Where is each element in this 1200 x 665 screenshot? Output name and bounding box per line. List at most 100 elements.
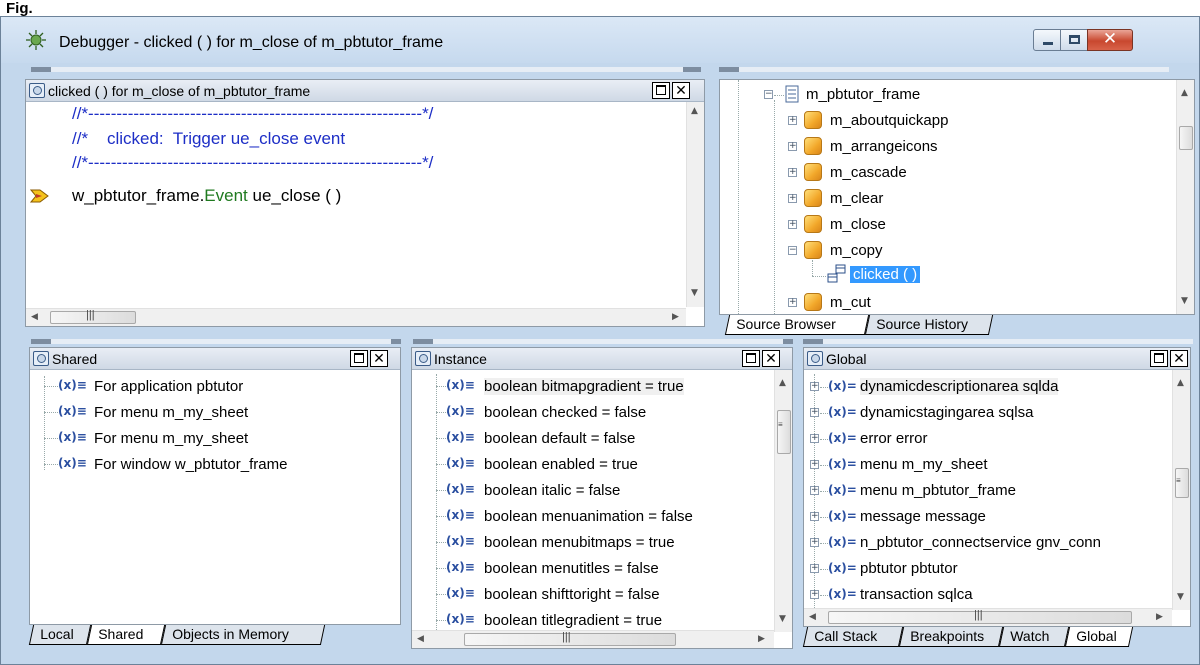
maximize-pane-button[interactable] [652,82,670,99]
splitter-grip[interactable] [413,339,793,344]
expand-icon[interactable]: + [788,116,797,125]
scroll-down-icon[interactable]: ▼ [1181,296,1188,306]
expand-icon[interactable]: + [788,142,797,151]
instance-item[interactable]: boolean shifttoright = false [484,586,660,603]
expand-icon[interactable]: + [788,220,797,229]
shared-item[interactable]: For menu m_my_sheet [94,404,248,421]
shared-item[interactable]: For window w_pbtutor_frame [94,456,287,473]
splitter-grip[interactable] [31,339,401,344]
scroll-left-icon[interactable]: ◀ [809,612,816,622]
scroll-right-icon[interactable]: ▶ [758,634,765,644]
scroll-down-icon[interactable]: ▼ [1177,592,1184,602]
maximize-button[interactable] [1060,29,1088,51]
splitter-grip[interactable] [31,67,701,72]
splitter-grip[interactable] [803,339,1193,344]
expand-icon[interactable]: + [810,460,819,469]
maximize-pane-button[interactable] [1150,350,1168,367]
global-item[interactable]: transaction sqlca [860,586,973,603]
instance-item[interactable]: boolean default = false [484,430,635,447]
scroll-thumb[interactable] [777,410,791,454]
global-item[interactable]: n_pbtutor_connectservice gnv_conn [860,534,1101,551]
tree-item[interactable]: m_cascade [830,164,907,181]
tab-objects-in-memory[interactable]: Objects in Memory [160,625,326,645]
minimize-button[interactable] [1033,29,1061,51]
global-item[interactable]: menu m_pbtutor_frame [860,482,1016,499]
close-pane-button[interactable]: ✕ [672,82,690,99]
global-item[interactable]: pbtutor pbtutor [860,560,958,577]
global-item[interactable]: dynamicdescriptionarea sqlda [860,378,1059,395]
tab-shared[interactable]: Shared [86,625,166,645]
tree-item[interactable]: m_clear [830,190,883,207]
tab-global[interactable]: Global [1064,627,1134,647]
tree-item[interactable]: m_aboutquickapp [830,112,948,129]
expand-icon[interactable]: + [810,590,819,599]
scroll-right-icon[interactable]: ▶ [672,312,679,322]
tree-item[interactable]: m_close [830,216,886,233]
expand-icon[interactable]: + [788,298,797,307]
tree-item[interactable]: m_cut [830,294,871,311]
scroll-up-icon[interactable]: ▲ [691,106,698,116]
instance-item[interactable]: boolean bitmapgradient = true [484,378,684,395]
scroll-right-icon[interactable]: ▶ [1156,612,1163,622]
tab-breakpoints[interactable]: Breakpoints [898,627,1004,647]
tab-local[interactable]: Local [28,625,92,645]
collapse-icon[interactable]: − [764,90,773,99]
global-item[interactable]: error error [860,430,928,447]
shared-item[interactable]: For menu m_my_sheet [94,430,248,447]
scroll-down-icon[interactable]: ▼ [691,288,698,298]
maximize-pane-button[interactable] [350,350,368,367]
scroll-up-icon[interactable]: ▲ [1177,378,1184,388]
collapse-icon[interactable]: − [788,246,797,255]
instance-horizontal-scrollbar[interactable]: ◀ ||| ▶ [412,630,774,648]
source-vertical-scrollbar[interactable]: ▲ ▼ [686,102,704,307]
tab-watch[interactable]: Watch [998,627,1070,647]
instance-item[interactable]: boolean italic = false [484,482,620,499]
instance-item[interactable]: boolean checked = false [484,404,646,421]
global-vertical-scrollbar[interactable]: ▲ ≡ ▼ [1172,370,1190,610]
tree-item[interactable]: m_arrangeicons [830,138,938,155]
expand-icon[interactable]: + [810,434,819,443]
instance-item[interactable]: boolean menubitmaps = true [484,534,675,551]
global-item[interactable]: dynamicstagingarea sqlsa [860,404,1033,421]
expand-icon[interactable]: + [810,408,819,417]
close-button[interactable]: ✕ [1087,29,1133,51]
expand-icon[interactable]: + [810,564,819,573]
instance-item[interactable]: boolean menutitles = false [484,560,659,577]
scroll-up-icon[interactable]: ▲ [779,378,786,388]
scroll-left-icon[interactable]: ◀ [31,312,38,322]
tree-item-selected[interactable]: clicked ( ) [850,266,921,283]
expand-icon[interactable]: + [788,194,797,203]
splitter-grip[interactable] [719,67,1169,72]
scroll-up-icon[interactable]: ▲ [1181,88,1188,98]
close-pane-button[interactable]: ✕ [370,350,388,367]
shared-item[interactable]: For application pbtutor [94,378,243,395]
scroll-thumb[interactable] [1179,126,1193,150]
current-code-line: w_pbtutor_frame.Event ue_close ( ) [72,186,341,206]
tree-item[interactable]: m_copy [830,242,883,259]
tab-source-history[interactable]: Source History [864,315,994,335]
global-item[interactable]: message message [860,508,986,525]
scroll-down-icon[interactable]: ▼ [779,614,786,624]
tab-source-browser[interactable]: Source Browser [724,315,870,335]
instance-item[interactable]: boolean titlegradient = true [484,612,662,629]
instance-item[interactable]: boolean enabled = true [484,456,638,473]
expand-icon[interactable]: + [810,512,819,521]
global-horizontal-scrollbar[interactable]: ◀ ||| ▶ [804,608,1172,626]
instance-item[interactable]: boolean menuanimation = false [484,508,693,525]
close-pane-button[interactable]: ✕ [1170,350,1188,367]
tab-call-stack[interactable]: Call Stack [802,627,904,647]
scroll-left-icon[interactable]: ◀ [417,634,424,644]
expand-icon[interactable]: + [810,382,819,391]
source-horizontal-scrollbar[interactable]: ◀ ||| ▶ [26,308,686,326]
title-bar[interactable]: Debugger - clicked ( ) for m_close of m_… [1,17,1199,63]
tree-root[interactable]: m_pbtutor_frame [806,86,920,103]
expand-icon[interactable]: + [788,168,797,177]
global-item[interactable]: menu m_my_sheet [860,456,988,473]
maximize-pane-button[interactable] [742,350,760,367]
close-pane-button[interactable]: ✕ [762,350,780,367]
browser-vertical-scrollbar[interactable]: ▲ ▼ [1176,80,1194,314]
instance-vertical-scrollbar[interactable]: ▲ ≡ ▼ [774,370,792,632]
expand-icon[interactable]: + [810,538,819,547]
bug-icon [26,30,46,50]
expand-icon[interactable]: + [810,486,819,495]
